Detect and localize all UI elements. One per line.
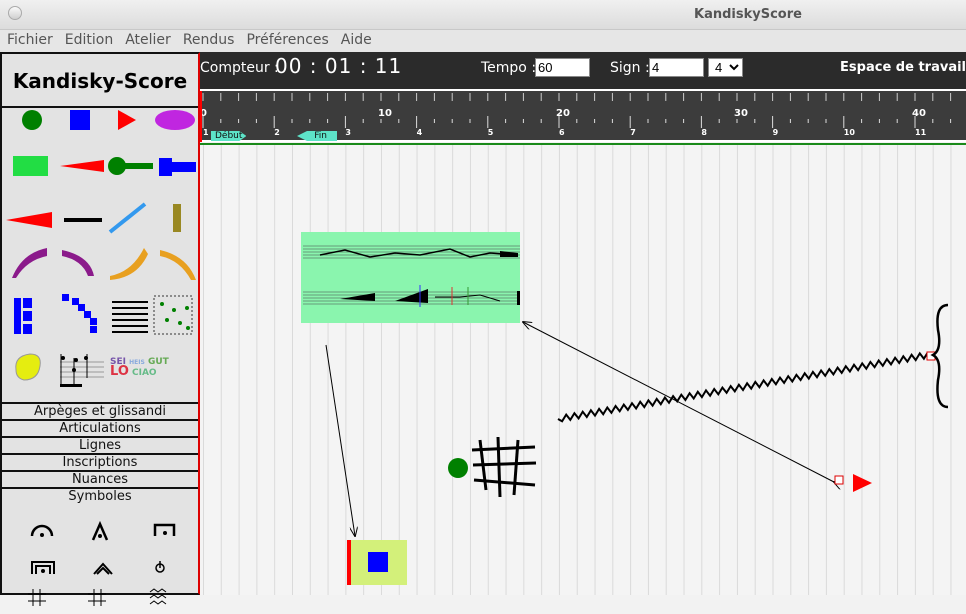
link-arrow-double[interactable] (523, 322, 834, 482)
selection-handle[interactable] (834, 475, 844, 485)
green-circle-shape[interactable] (448, 458, 468, 478)
palette-rectangle[interactable] (13, 156, 48, 176)
menu-atelier[interactable]: Atelier (118, 30, 176, 52)
category-lignes[interactable]: Lignes (2, 436, 198, 453)
sign-label: Sign : (610, 60, 650, 76)
playhead[interactable] (200, 91, 202, 142)
palette-blue-stairs[interactable] (62, 294, 97, 333)
palette-yellow-blob[interactable] (15, 353, 41, 381)
fermata-double-angular-icon[interactable] (93, 562, 113, 575)
palette-score-fragment[interactable] (60, 354, 104, 387)
ruler-measure-label: 5 (488, 128, 494, 137)
window-title: KandiskyScore (694, 7, 802, 22)
sidebar: Kandisky-Score SEI HEIS GUT LO CIAO Arpè… (0, 52, 200, 606)
menu-aide[interactable]: Aide (334, 30, 377, 52)
ruler-measure-label: 7 (630, 128, 636, 137)
palette-purple-curve[interactable] (12, 248, 47, 278)
menu-preferences[interactable]: Préférences (239, 30, 333, 52)
symbols-panel (2, 504, 198, 614)
workspace-label[interactable]: Espace de travail (840, 60, 966, 75)
palette-orange-curve-2[interactable] (160, 250, 196, 280)
palette-circle[interactable] (22, 110, 42, 130)
category-nuances[interactable]: Nuances (2, 470, 198, 487)
palette-olive-bar[interactable] (173, 204, 181, 232)
link-arrow[interactable] (325, 344, 355, 536)
app-logo: Kandisky-Score (2, 54, 198, 108)
menu-bar: Fichier Edition Atelier Rendus Préférenc… (0, 30, 966, 52)
palette-lollipop[interactable] (108, 157, 153, 175)
fermata-long-square-icon[interactable] (31, 561, 55, 574)
palette-blue-line[interactable] (108, 202, 147, 234)
palette-ellipse[interactable] (155, 110, 195, 130)
breath-symbol-icon[interactable] (155, 561, 165, 573)
ruler-seconds-label: 10 (378, 108, 392, 119)
score-canvas[interactable] (200, 145, 966, 595)
sign-select[interactable]: 4 (708, 58, 743, 77)
palette-orange-curve[interactable] (110, 248, 148, 280)
ruler-measure-label: 4 (417, 128, 423, 137)
title-bar: KandiskyScore (0, 0, 966, 30)
brace-shape[interactable] (930, 303, 949, 409)
ruler-seconds-label: 20 (556, 108, 570, 119)
fermata-square-icon[interactable] (153, 523, 176, 536)
ruler-measure-label: 6 (559, 128, 565, 137)
category-arpeges[interactable]: Arpèges et glissandi (2, 402, 198, 419)
palette-purple-curve-2[interactable] (62, 250, 94, 276)
palette-black-line[interactable] (64, 218, 102, 222)
palette-blue-block[interactable] (159, 158, 196, 176)
grid-slanted-icon[interactable] (88, 589, 106, 606)
ruler-measure-label: 11 (915, 128, 927, 137)
palette-square[interactable] (70, 110, 90, 130)
red-triangle-shape[interactable] (853, 474, 872, 492)
ruler-measure-label: 9 (773, 128, 779, 137)
palette-triangle[interactable] (118, 110, 136, 130)
ruler-measure-label: 8 (701, 128, 707, 137)
grid-symbol-icon[interactable] (28, 589, 46, 606)
menu-edition[interactable]: Edition (58, 30, 118, 52)
menu-fichier[interactable]: Fichier (0, 30, 58, 52)
ruler-measure-label: 1 (203, 128, 209, 137)
palette-wedge[interactable] (60, 160, 104, 172)
counter-label: Compteur : (200, 60, 279, 76)
score-image-box[interactable] (301, 232, 520, 323)
palette-staff-lines[interactable] (112, 301, 148, 333)
palette-blue-cluster[interactable] (14, 298, 32, 334)
shape-palette: SEI HEIS GUT LO CIAO (2, 108, 198, 402)
yellow-box-shape[interactable] (347, 540, 407, 585)
palette-red-wedge[interactable] (6, 212, 52, 228)
tempo-label: Tempo : (481, 60, 537, 76)
category-articulations[interactable]: Articulations (2, 419, 198, 436)
tempo-input[interactable] (535, 58, 590, 77)
palette-inscriptions[interactable]: SEI HEIS GUT LO CIAO (110, 358, 169, 379)
fermata-icon[interactable] (30, 524, 54, 537)
menu-rendus[interactable]: Rendus (176, 30, 240, 52)
sign-input[interactable] (649, 58, 704, 77)
ruler-measure-label: 3 (345, 128, 351, 137)
toolbar: Compteur : 00 : 01 : 11 Tempo : Sign : 4… (200, 52, 966, 91)
category-symboles[interactable]: Symboles (2, 487, 198, 504)
fermata-angular-icon[interactable] (91, 520, 109, 541)
counter-display: 00 : 01 : 11 (275, 54, 403, 78)
zigzag-line[interactable] (557, 351, 929, 423)
ruler-measure-label: 2 (274, 128, 280, 137)
ruler-measure-label: 10 (844, 128, 856, 137)
category-inscriptions[interactable]: Inscriptions (2, 453, 198, 470)
ruler-seconds-label: 40 (912, 108, 926, 119)
palette-dots-box[interactable] (153, 295, 193, 335)
start-marker[interactable]: Début (211, 131, 247, 141)
mesh-symbol-icon[interactable] (149, 588, 167, 605)
ruler-seconds-label: 30 (734, 108, 748, 119)
grid-shape[interactable] (471, 436, 537, 498)
